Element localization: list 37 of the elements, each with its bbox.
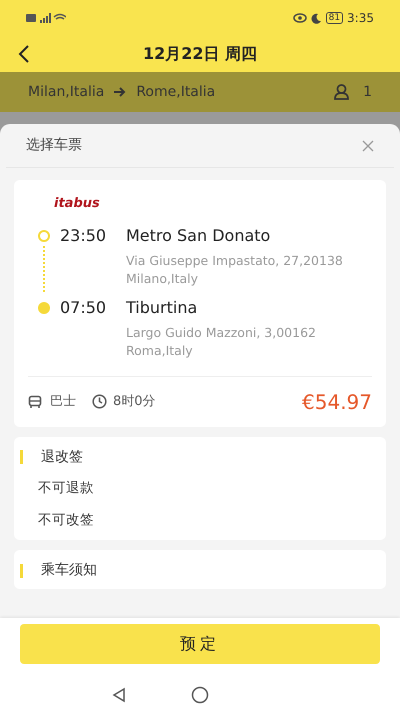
- trip-duration: 8时0分: [113, 392, 156, 411]
- operator-logo: itabus: [54, 195, 100, 213]
- ticket-price: €54.97: [302, 388, 372, 416]
- dotted-line: [43, 246, 45, 292]
- back-triangle-icon[interactable]: [111, 687, 127, 703]
- header-title: 12月22日 周四: [142, 43, 258, 65]
- bus-icon: [28, 394, 42, 408]
- stop-time: 07:50: [60, 296, 108, 318]
- stop-time: 23:50: [60, 224, 108, 246]
- section-line: 不可改签: [38, 510, 95, 530]
- moon-icon: [310, 12, 322, 24]
- stop-address: Via Giuseppe Impastato, 27,20138 Milano,Italy: [126, 252, 344, 288]
- passenger-count: 1: [363, 82, 372, 102]
- sheet-title: 选择车票: [26, 136, 82, 155]
- ticket-card[interactable]: itabus 23:50 Metro San Donato Via Giuseppe Impastato, 27,20138 Milano,Italy 07:50 Tiburtina Largo Guido Mazzoni, 3,00162 Roma,Italy 巴士 8时0分 €54.97: [14, 180, 386, 426]
- clock-icon: [92, 394, 107, 409]
- stop-address: Largo Guido Mazzoni, 3,00162 Roma,Italy: [126, 324, 317, 360]
- origin-city: Milan,Italia: [28, 82, 104, 102]
- stop-name: Metro San Donato: [126, 224, 270, 246]
- section-title: 乘车须知: [41, 561, 97, 580]
- section-line: 不可退款: [38, 478, 95, 498]
- section-accent: [20, 564, 23, 578]
- home-circle-icon[interactable]: [191, 686, 209, 704]
- battery-level: 81: [326, 12, 344, 24]
- arrow-icon: [114, 87, 126, 97]
- stop-name: Tiburtina: [126, 296, 198, 318]
- person-icon: [334, 84, 350, 100]
- vehicle-type: 巴士: [50, 392, 76, 411]
- section-accent: [20, 450, 23, 464]
- back-icon[interactable]: [18, 45, 30, 63]
- section-title: 退改签: [41, 448, 83, 466]
- close-icon[interactable]: [362, 140, 374, 152]
- clock-time: 3:35: [347, 10, 374, 27]
- book-button[interactable]: 预定: [20, 624, 380, 664]
- eye-icon: [292, 13, 307, 23]
- signal-icon: [26, 12, 66, 24]
- destination-city: Rome,Italia: [136, 82, 216, 102]
